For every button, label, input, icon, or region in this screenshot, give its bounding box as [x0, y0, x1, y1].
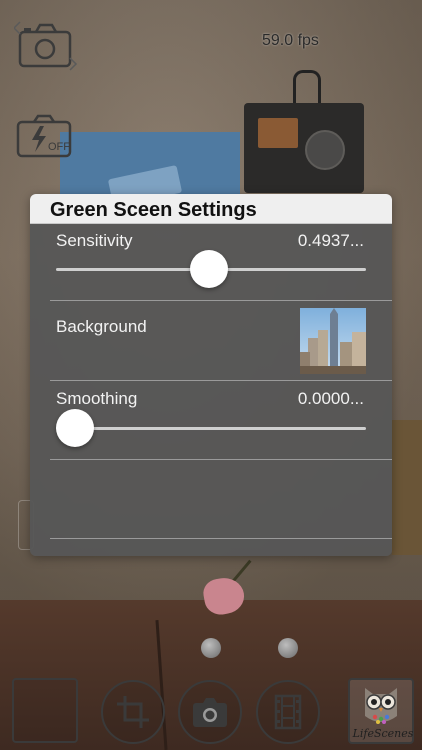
smoothing-label: Smoothing	[56, 389, 138, 408]
switch-camera-button[interactable]	[14, 18, 80, 74]
knob	[278, 638, 298, 658]
knob	[201, 638, 221, 658]
slider-track	[56, 427, 366, 430]
background-thumbnail[interactable]	[300, 308, 366, 374]
green-screen-settings-panel: Green Sceen Settings Sensitivity 0.4937.…	[30, 194, 392, 556]
fps-counter: 59.0 fps	[262, 32, 319, 49]
slider-thumb[interactable]	[190, 250, 229, 288]
slider-thumb[interactable]	[56, 409, 94, 447]
city-skyline-image	[300, 308, 366, 374]
panel-header: Green Sceen Settings	[30, 194, 392, 224]
owl-icon	[365, 688, 397, 724]
divider	[50, 380, 392, 381]
divider	[50, 459, 392, 460]
camera-icon	[193, 698, 227, 727]
film-icon	[274, 694, 302, 730]
hard-drive	[244, 103, 364, 193]
divider	[50, 538, 392, 539]
smoothing-slider[interactable]	[56, 409, 366, 449]
background-label: Background	[56, 317, 147, 336]
flash-off-icon: OFF	[16, 114, 72, 158]
sensitivity-label: Sensitivity	[56, 231, 133, 250]
crop-button[interactable]	[101, 680, 165, 744]
sensitivity-value: 0.4937...	[297, 231, 364, 250]
svg-text:OFF: OFF	[48, 141, 70, 153]
cardboard-edge	[392, 420, 422, 555]
lifescenes-app-button[interactable]: LifeScenes	[348, 678, 414, 744]
divider	[50, 300, 392, 301]
sensitivity-slider[interactable]	[56, 250, 366, 290]
smoothing-value: 0.0000...	[297, 389, 364, 408]
crop-icon	[117, 696, 149, 728]
panel-title: Green Sceen Settings	[50, 199, 257, 221]
capture-button[interactable]	[178, 680, 242, 744]
brand-label: LifeScenes	[352, 727, 414, 740]
video-button[interactable]	[256, 680, 320, 744]
gallery-button[interactable]	[12, 678, 78, 743]
camera-icon	[14, 21, 78, 71]
flash-off-button[interactable]: OFF	[14, 112, 74, 160]
